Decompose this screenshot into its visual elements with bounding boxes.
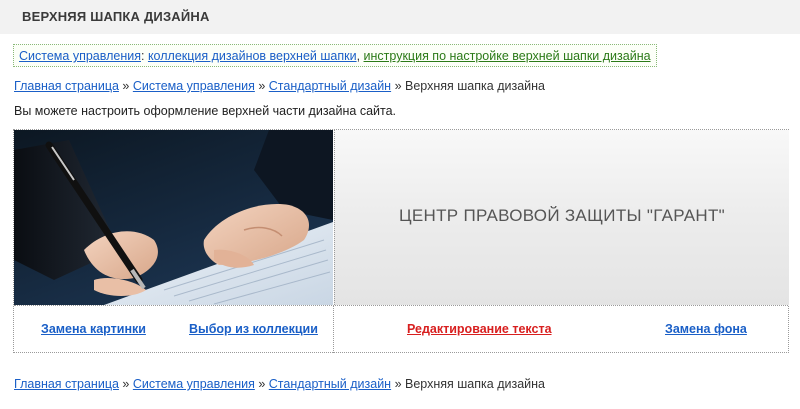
edit-text-button[interactable]: Редактирование текста: [407, 322, 552, 336]
page-description: Вы можете настроить оформление верхней ч…: [14, 104, 397, 118]
header-controls: Замена картинки Выбор из коллекции Редак…: [14, 305, 788, 353]
breadcrumb-separator: »: [394, 377, 402, 391]
breadcrumb: Главная страница » Система управления » …: [14, 79, 545, 93]
header-instructions-link[interactable]: инструкция по настройке верхней шапки ди…: [364, 49, 651, 63]
breadcrumb-home-link[interactable]: Главная страница: [14, 377, 119, 391]
breadcrumb-separator: »: [258, 377, 266, 391]
breadcrumb-standard-link[interactable]: Стандартный дизайн: [269, 377, 391, 391]
document-signing-photo-icon: [14, 130, 333, 305]
page: ВЕРХНЯЯ ШАПКА ДИЗАЙНА Система управления…: [0, 0, 800, 409]
breadcrumb-control-link[interactable]: Система управления: [133, 79, 255, 93]
breadcrumb-separator: »: [258, 79, 266, 93]
header-image: [14, 130, 333, 305]
info-separator: ,: [356, 49, 364, 63]
header-collection-link[interactable]: коллекция дизайнов верхней шапки: [148, 49, 357, 63]
replace-image-button[interactable]: Замена картинки: [41, 322, 146, 336]
breadcrumb-current: Верхняя шапка дизайна: [405, 377, 545, 391]
header-text-area[interactable]: ЦЕНТР ПРАВОВОЙ ЗАЩИТЫ "ГАРАНТ": [334, 130, 789, 305]
breadcrumb-bottom: Главная страница » Система управления » …: [14, 377, 545, 391]
choose-from-collection-button[interactable]: Выбор из коллекции: [189, 322, 318, 336]
breadcrumb-separator: »: [122, 79, 130, 93]
control-system-link[interactable]: Система управления: [19, 49, 141, 63]
info-links-box: Система управления: коллекция дизайнов в…: [13, 44, 657, 67]
header-site-title: ЦЕНТР ПРАВОВОЙ ЗАЩИТЫ "ГАРАНТ": [399, 206, 725, 225]
breadcrumb-home-link[interactable]: Главная страница: [14, 79, 119, 93]
breadcrumb-current: Верхняя шапка дизайна: [405, 79, 545, 93]
header-editor: ЦЕНТР ПРАВОВОЙ ЗАЩИТЫ "ГАРАНТ" Замена ка…: [13, 129, 789, 353]
controls-divider: [333, 306, 334, 353]
info-separator: :: [141, 49, 148, 63]
page-title: ВЕРХНЯЯ ШАПКА ДИЗАЙНА: [0, 0, 800, 34]
breadcrumb-control-link[interactable]: Система управления: [133, 377, 255, 391]
breadcrumb-standard-link[interactable]: Стандартный дизайн: [269, 79, 391, 93]
breadcrumb-separator: »: [122, 377, 130, 391]
breadcrumb-separator: »: [394, 79, 402, 93]
replace-background-button[interactable]: Замена фона: [665, 322, 747, 336]
